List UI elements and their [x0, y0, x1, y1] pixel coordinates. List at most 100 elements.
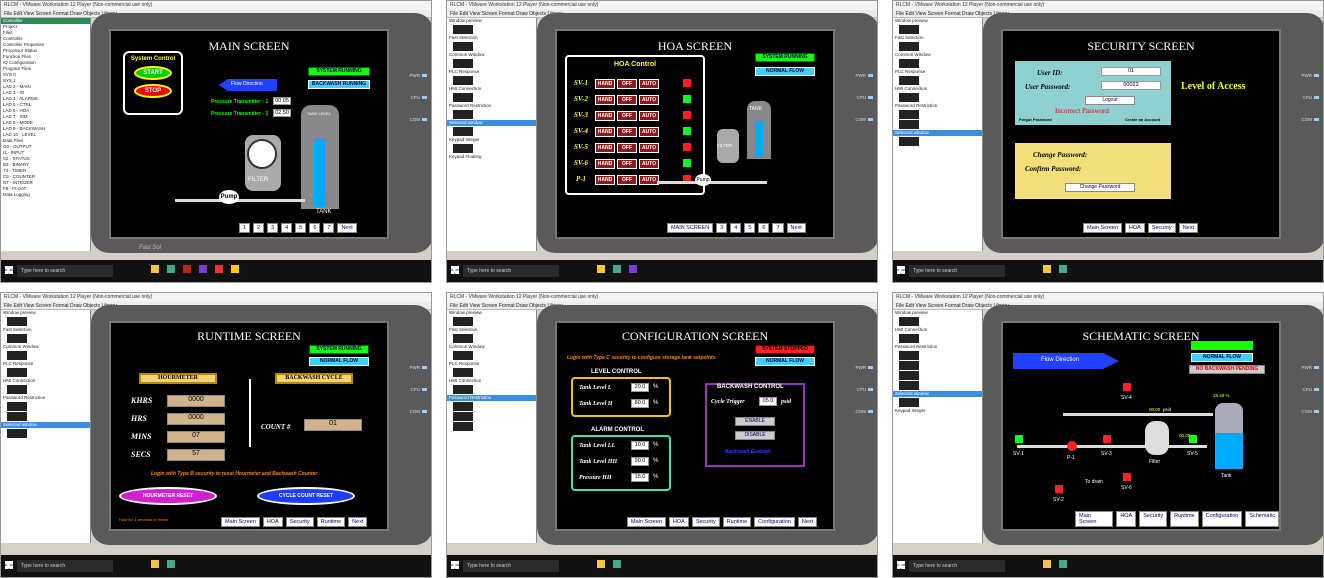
nav-next[interactable]: Next: [1178, 223, 1198, 233]
vs-icon[interactable]: [199, 265, 207, 273]
window-list[interactable]: Window preview Fast Selection Common Wind…: [893, 18, 983, 251]
tank-h-field[interactable]: 80.0: [631, 399, 649, 408]
folder-icon[interactable]: [597, 560, 605, 568]
nav-1[interactable]: 1: [239, 223, 251, 233]
app-icon[interactable]: [613, 560, 621, 568]
nav-hoa[interactable]: HOA: [262, 517, 283, 527]
sv3-valve-icon[interactable]: [1103, 435, 1111, 443]
hoa-off-button[interactable]: OFF: [617, 95, 637, 105]
nav-main-screen[interactable]: Main Screen: [1083, 223, 1122, 233]
nav-next[interactable]: Next: [797, 517, 818, 527]
app-icon[interactable]: [231, 265, 239, 273]
hoa-auto-button[interactable]: AUTO: [639, 143, 659, 153]
hoa-auto-button[interactable]: AUTO: [639, 175, 659, 185]
create-account-link[interactable]: Create an Account: [1125, 117, 1160, 122]
sv1-valve-icon[interactable]: [1015, 435, 1023, 443]
hoa-hand-button[interactable]: HAND: [595, 143, 615, 153]
hoa-hand-button[interactable]: HAND: [595, 159, 615, 169]
taskbar-search[interactable]: Type here to search: [463, 265, 559, 277]
cycle-count-reset-button[interactable]: CYCLE COUNT RESET: [257, 487, 355, 505]
vs-icon[interactable]: [629, 265, 637, 273]
nav-next[interactable]: Next: [786, 223, 806, 233]
folder-icon[interactable]: [151, 265, 159, 273]
nav-hoa[interactable]: HOA: [668, 517, 689, 527]
hoa-off-button[interactable]: OFF: [617, 159, 637, 169]
hourmeter-reset-button[interactable]: HOURMETER RESET: [119, 487, 217, 505]
disable-button[interactable]: DISABLE: [735, 431, 775, 440]
nav-runtime[interactable]: Runtime: [316, 517, 346, 527]
nav-security[interactable]: Security: [691, 517, 720, 527]
nav-main-screen[interactable]: Main Screen: [627, 517, 666, 527]
nav-2[interactable]: 2: [253, 223, 265, 233]
folder-icon[interactable]: [1043, 265, 1051, 273]
user-password-field[interactable]: 00022: [1101, 81, 1161, 90]
hoa-auto-button[interactable]: AUTO: [639, 95, 659, 105]
windows-start-icon[interactable]: [5, 561, 13, 569]
hoa-hand-button[interactable]: HAND: [595, 175, 615, 185]
hoa-off-button[interactable]: OFF: [617, 79, 637, 89]
nav-security[interactable]: Security: [1139, 511, 1168, 527]
hoa-auto-button[interactable]: AUTO: [639, 111, 659, 121]
hoa-off-button[interactable]: OFF: [617, 175, 637, 185]
app-icon[interactable]: [167, 265, 175, 273]
nav-security[interactable]: Security: [285, 517, 314, 527]
app-icon[interactable]: [167, 560, 175, 568]
window-list[interactable]: Window preview Fast Selection Common Wind…: [447, 310, 537, 543]
sv6-valve-icon[interactable]: [1123, 473, 1131, 481]
nav-security[interactable]: Security: [1147, 223, 1176, 233]
nav-hoa[interactable]: HOA: [1124, 223, 1145, 233]
windows-start-icon[interactable]: [897, 266, 905, 274]
nav-configuration[interactable]: Configuration: [754, 517, 795, 527]
acrobat-icon[interactable]: [215, 265, 223, 273]
nav-next[interactable]: Next: [348, 517, 368, 527]
hoa-hand-button[interactable]: HAND: [595, 95, 615, 105]
nav-7[interactable]: 7: [323, 223, 335, 233]
nav-main-screen[interactable]: MAIN SCREEN: [667, 223, 714, 233]
enable-button[interactable]: ENABLE: [735, 417, 775, 426]
nav-runtime[interactable]: Runtime: [722, 517, 752, 527]
nav-hoa[interactable]: HOA: [1116, 511, 1137, 527]
windows-start-icon[interactable]: [897, 561, 905, 569]
nav-runtime[interactable]: Runtime: [1170, 511, 1199, 527]
nav-7[interactable]: 7: [772, 223, 784, 233]
pdf-icon[interactable]: [183, 265, 191, 273]
windows-start-icon[interactable]: [451, 266, 459, 274]
nav-6[interactable]: 6: [758, 223, 770, 233]
app-icon[interactable]: [1059, 265, 1067, 273]
nav-main-screen[interactable]: Main Screen: [221, 517, 260, 527]
tank-ll-field[interactable]: 10.0: [631, 441, 649, 450]
stop-button[interactable]: STOP: [134, 84, 172, 98]
windows-start-icon[interactable]: [451, 561, 459, 569]
taskbar-search[interactable]: Type here to search: [909, 265, 1005, 277]
hoa-off-button[interactable]: OFF: [617, 127, 637, 137]
nav-next[interactable]: Next: [337, 223, 357, 233]
cycle-trigger-field[interactable]: 05.0: [759, 397, 777, 406]
folder-icon[interactable]: [151, 560, 159, 568]
hoa-off-button[interactable]: OFF: [617, 111, 637, 121]
nav-4[interactable]: 4: [730, 223, 742, 233]
window-list[interactable]: Window preview HMI Connection Password Re…: [893, 310, 983, 543]
window-list[interactable]: Window preview Fast Selection Common Wind…: [1, 310, 91, 543]
hoa-auto-button[interactable]: AUTO: [639, 159, 659, 169]
nav-5[interactable]: 5: [744, 223, 756, 233]
nav-5[interactable]: 5: [295, 223, 307, 233]
logout-button[interactable]: Logout: [1085, 96, 1135, 105]
app-icon[interactable]: [613, 265, 621, 273]
pressure-hh-field[interactable]: 15.0: [631, 473, 649, 482]
nav-schematic[interactable]: Schematic: [1245, 511, 1279, 527]
taskbar-search[interactable]: Type here to search: [17, 265, 113, 277]
project-tree[interactable]: Controller Project Files Controller Cont…: [1, 18, 91, 251]
nav-configuration[interactable]: Configuration: [1201, 511, 1243, 527]
folder-icon[interactable]: [597, 265, 605, 273]
tank-hh-field[interactable]: 90.0: [631, 457, 649, 466]
hoa-auto-button[interactable]: AUTO: [639, 79, 659, 89]
window-list[interactable]: Window preview Fast Selection Common Wind…: [447, 18, 537, 251]
sv2-valve-icon[interactable]: [1055, 485, 1063, 493]
hoa-auto-button[interactable]: AUTO: [639, 127, 659, 137]
nav-4[interactable]: 4: [281, 223, 293, 233]
taskbar-search[interactable]: Type here to search: [17, 560, 113, 572]
user-id-field[interactable]: 01: [1101, 67, 1161, 76]
change-password-button[interactable]: Change Password: [1065, 183, 1135, 192]
sv4-valve-icon[interactable]: [1123, 383, 1131, 391]
nav-3[interactable]: 3: [267, 223, 279, 233]
